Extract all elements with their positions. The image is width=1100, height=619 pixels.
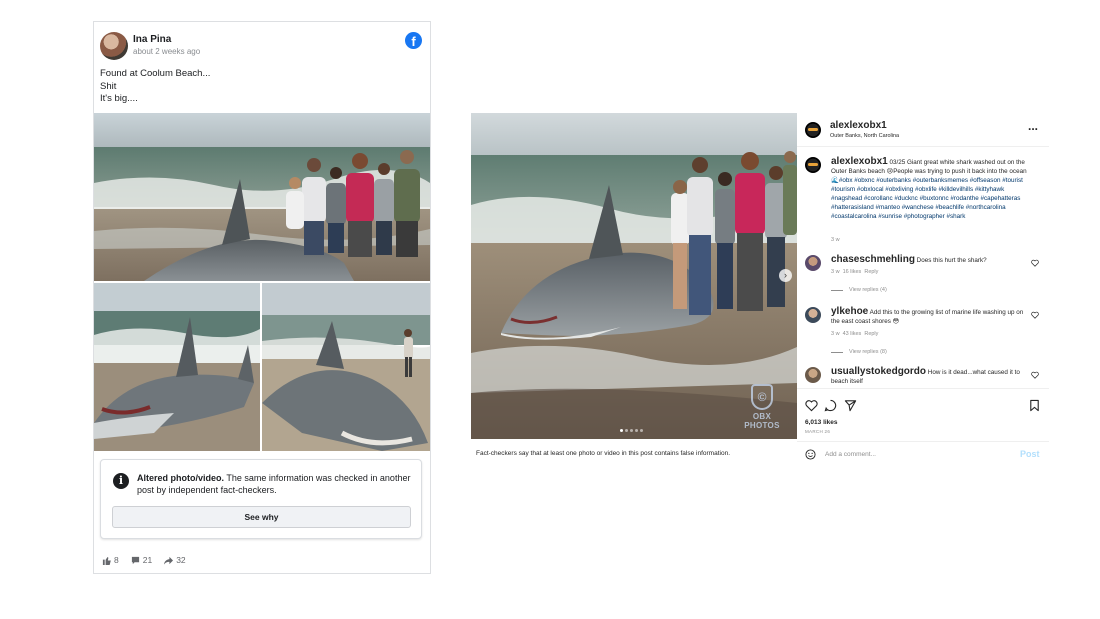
view-replies-text[interactable]: View replies (8): [849, 349, 887, 355]
comment-icon: [131, 556, 139, 564]
comment-age: 3 w: [831, 269, 840, 275]
add-comment-bar: Add a comment... Post: [797, 441, 1049, 465]
commenter-avatar[interactable]: [805, 255, 821, 271]
info-icon: i: [113, 473, 129, 489]
post-photo-shark-closeup[interactable]: [94, 283, 260, 451]
caption-comment: alexlexobx1 03/25 Giant great white shar…: [805, 157, 1041, 253]
post-text-line: Shit: [100, 80, 117, 92]
comment-item: usuallystokedgordo How is it dead...what…: [805, 367, 1041, 387]
reply-link[interactable]: Reply: [864, 331, 878, 337]
comment-stat[interactable]: 21: [131, 555, 152, 565]
carousel-dot: [640, 429, 643, 432]
comment-likes[interactable]: 43 likes: [843, 331, 862, 337]
comment-username[interactable]: ylkehoe: [831, 306, 868, 317]
fact-check-title: Altered photo/video.: [137, 473, 225, 483]
comment-text: Does this hurt the shark?: [914, 257, 987, 264]
carousel-dot: [635, 429, 638, 432]
post-text: Found at Coolum Beach... Shit It's big..…: [100, 68, 210, 106]
next-photo-arrow-icon[interactable]: ›: [779, 269, 792, 282]
carousel-dot: [625, 429, 628, 432]
watermark-text: OBX PHOTOS: [744, 412, 780, 430]
carousel-dots: [620, 429, 643, 432]
instagram-post-header: alexlexobx1 Outer Banks, North Carolina …: [797, 113, 1049, 147]
like-heart-icon[interactable]: [805, 399, 818, 412]
comment-meta: 3 w 43 likes Reply: [831, 331, 878, 337]
commenter-avatar[interactable]: [805, 307, 821, 323]
comment-body: ylkehoe Add this to the growing list of …: [831, 307, 1029, 326]
like-comment-heart-icon[interactable]: [1031, 371, 1039, 379]
comment-age: 3 w: [831, 331, 840, 337]
caption-username[interactable]: alexlexobx1: [831, 156, 888, 167]
post-comment-button[interactable]: Post: [1020, 449, 1040, 459]
like-count: 8: [114, 555, 119, 565]
comment-meta: 3 w 16 likes Reply: [831, 269, 878, 275]
comment-username[interactable]: chaseschmehling: [831, 254, 915, 265]
facebook-post-card: Ina Pina about 2 weeks ago f Found at Co…: [93, 21, 431, 574]
post-text-line: It's big....: [100, 93, 138, 104]
like-stat[interactable]: 8: [102, 555, 119, 565]
comment-item: ylkehoe Add this to the growing list of …: [805, 307, 1041, 357]
thumbs-up-icon: [102, 556, 111, 565]
post-photo-shark-beach[interactable]: [262, 283, 430, 451]
fact-check-notice: i Altered photo/video. The same informat…: [100, 459, 422, 539]
watermark-shield-icon: ©: [751, 384, 773, 410]
shark-crowd-image: [94, 113, 430, 281]
post-photo-shark-crowd[interactable]: [94, 113, 430, 281]
caption-hashtags[interactable]: #obx #obxnc #outerbanks #outerbanksmemes…: [831, 177, 1023, 220]
user-avatar[interactable]: [805, 122, 821, 138]
like-comment-heart-icon[interactable]: [1031, 311, 1039, 319]
caption-body: alexlexobx1 03/25 Giant great white shar…: [831, 157, 1029, 221]
like-comment-heart-icon[interactable]: [1031, 259, 1039, 267]
more-options-icon[interactable]: ...: [1028, 119, 1038, 133]
shark-closeup-image: [94, 283, 260, 451]
likes-count[interactable]: 6,013 likes: [805, 419, 838, 426]
comment-body: chaseschmehling Does this hurt the shark…: [831, 255, 1029, 265]
comment-body: usuallystokedgordo How is it dead...what…: [831, 367, 1029, 386]
user-avatar[interactable]: [805, 157, 821, 173]
caption-age: 3 w: [831, 237, 840, 243]
save-bookmark-icon[interactable]: [1028, 399, 1041, 412]
emoji-icon[interactable]: [805, 449, 816, 460]
view-replies-link[interactable]: View replies (4): [831, 287, 887, 293]
share-send-icon[interactable]: [844, 399, 857, 412]
share-count: 32: [176, 555, 186, 565]
view-replies-link[interactable]: View replies (8): [831, 349, 887, 355]
share-icon: [164, 556, 174, 565]
see-why-button[interactable]: See why: [112, 506, 411, 528]
username[interactable]: alexlexobx1: [830, 120, 887, 131]
view-replies-text[interactable]: View replies (4): [849, 287, 887, 293]
comment-count: 21: [142, 555, 153, 565]
shark-beach-image: [262, 283, 430, 451]
comment-username[interactable]: usuallystokedgordo: [831, 366, 926, 377]
author-avatar[interactable]: [100, 32, 128, 60]
facebook-logo-icon: f: [405, 32, 422, 49]
instagram-side-panel: alexlexobx1 Outer Banks, North Carolina …: [797, 113, 1049, 465]
comments-list: alexlexobx1 03/25 Giant great white shar…: [797, 147, 1049, 387]
commenter-avatar[interactable]: [805, 367, 821, 383]
add-comment-input[interactable]: Add a comment...: [825, 451, 876, 458]
post-timestamp[interactable]: about 2 weeks ago: [133, 47, 200, 56]
comment-likes[interactable]: 16 likes: [843, 269, 862, 275]
instagram-fact-check-notice: Fact-checkers say that at least one phot…: [476, 450, 730, 457]
carousel-dot: [630, 429, 633, 432]
comment-bubble-icon[interactable]: [824, 399, 837, 412]
post-text-line: Found at Coolum Beach...: [100, 68, 211, 79]
post-date: MARCH 26: [805, 429, 831, 434]
carousel-dot: [620, 429, 623, 432]
reply-link[interactable]: Reply: [864, 269, 878, 275]
engagement-stats: 8 21 32: [102, 555, 186, 565]
location[interactable]: Outer Banks, North Carolina: [830, 133, 899, 139]
comment-item: chaseschmehling Does this hurt the shark…: [805, 255, 1041, 301]
fact-check-text: Altered photo/video. The same informatio…: [137, 472, 413, 496]
author-name[interactable]: Ina Pina: [133, 34, 171, 45]
obx-photos-watermark: © OBX PHOTOS: [735, 384, 789, 430]
share-stat[interactable]: 32: [164, 555, 186, 565]
